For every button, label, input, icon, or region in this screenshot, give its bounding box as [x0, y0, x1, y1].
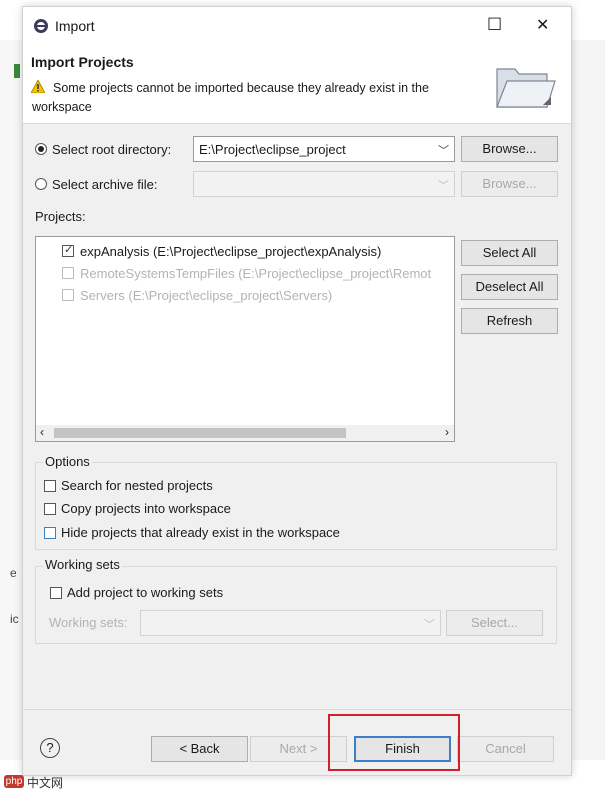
import-dialog: Import ☐ ✕ Import Projects Some projects… [22, 6, 572, 776]
search-nested-checkbox[interactable] [44, 480, 56, 492]
help-glyph: ? [46, 740, 54, 755]
page-title: Import Projects [31, 54, 134, 70]
browse-root-button[interactable]: Browse... [461, 136, 558, 162]
back-button[interactable]: < Back [151, 736, 248, 762]
watermark-badge-text: php [5, 776, 23, 787]
search-nested-label: Search for nested projects [61, 478, 213, 493]
warning-icon [30, 79, 46, 94]
warning-message: Some projects cannot be imported because… [53, 81, 429, 95]
root-directory-value: E:\Project\eclipse_project [199, 142, 346, 157]
root-directory-label: Select root directory: [52, 142, 172, 157]
project-label: expAnalysis (E:\Project\eclipse_project\… [80, 244, 382, 259]
scrollbar-thumb[interactable] [54, 428, 346, 438]
hide-existing-checkbox[interactable] [44, 527, 56, 539]
background-app-left [0, 40, 22, 760]
hide-existing-label: Hide projects that already exist in the … [61, 525, 340, 540]
maximize-icon[interactable]: ☐ [487, 15, 502, 35]
background-app-green-marker [14, 64, 20, 78]
background-app-right [571, 40, 605, 760]
help-icon[interactable]: ? [40, 738, 60, 758]
projects-label: Projects: [35, 209, 86, 224]
project-label: Servers (E:\Project\eclipse_project\Serv… [80, 288, 333, 303]
select-working-sets-button[interactable]: Select... [446, 610, 543, 636]
wizard-banner: Import Projects Some projects cannot be … [23, 45, 571, 124]
list-item[interactable]: Servers (E:\Project\eclipse_project\Serv… [62, 288, 332, 303]
list-item[interactable]: ✓ expAnalysis (E:\Project\eclipse_projec… [62, 244, 381, 259]
warning-message-line2: workspace [32, 100, 92, 114]
working-sets-combo[interactable]: ﹀ [140, 610, 441, 636]
cancel-button[interactable]: Cancel [457, 736, 554, 762]
watermark-badge: php [4, 775, 24, 788]
project-checkbox[interactable] [62, 289, 74, 301]
copy-into-workspace-checkbox[interactable] [44, 503, 56, 515]
add-working-sets-checkbox[interactable] [50, 587, 62, 599]
horizontal-scrollbar[interactable]: ‹ › [36, 425, 454, 441]
window-title: Import [55, 18, 95, 34]
close-icon[interactable]: ✕ [536, 15, 549, 35]
project-checkbox[interactable] [62, 267, 74, 279]
root-directory-combo[interactable]: E:\Project\eclipse_project ﹀ [193, 136, 455, 162]
scroll-left-icon[interactable]: ‹ [40, 425, 44, 439]
root-directory-radio[interactable] [35, 143, 47, 155]
list-item[interactable]: RemoteSystemsTempFiles (E:\Project\eclip… [62, 266, 431, 281]
projects-list[interactable]: ✓ expAnalysis (E:\Project\eclipse_projec… [35, 236, 455, 442]
chevron-down-icon[interactable]: ﹀ [438, 142, 449, 158]
options-title: Options [43, 454, 92, 469]
archive-file-label: Select archive file: [52, 177, 158, 192]
add-working-sets-label: Add project to working sets [67, 585, 224, 600]
deselect-all-button[interactable]: Deselect All [461, 274, 558, 300]
chevron-down-icon: ﹀ [424, 619, 435, 631]
watermark-text: 中文网 [27, 776, 64, 790]
select-all-button[interactable]: Select All [461, 240, 558, 266]
eclipse-icon [33, 18, 49, 34]
working-sets-title: Working sets [43, 557, 122, 572]
background-app-fragment-text-2: ic [10, 612, 19, 626]
finish-highlight-box [328, 714, 460, 771]
folder-wizard-icon [493, 57, 557, 113]
project-label: RemoteSystemsTempFiles (E:\Project\eclip… [80, 266, 432, 281]
chevron-down-icon: ﹀ [438, 180, 449, 192]
footer-separator [23, 709, 571, 710]
copy-into-workspace-label: Copy projects into workspace [61, 501, 231, 516]
refresh-button[interactable]: Refresh [461, 308, 558, 334]
project-checkbox[interactable]: ✓ [62, 244, 74, 257]
browse-archive-button[interactable]: Browse... [461, 171, 558, 197]
title-bar: Import ☐ ✕ [23, 7, 571, 45]
background-app-fragment-text: e [10, 566, 17, 580]
scroll-right-icon[interactable]: › [445, 425, 449, 439]
archive-file-combo[interactable]: ﹀ [193, 171, 455, 197]
archive-file-radio[interactable] [35, 178, 47, 190]
working-sets-label: Working sets: [49, 615, 128, 630]
